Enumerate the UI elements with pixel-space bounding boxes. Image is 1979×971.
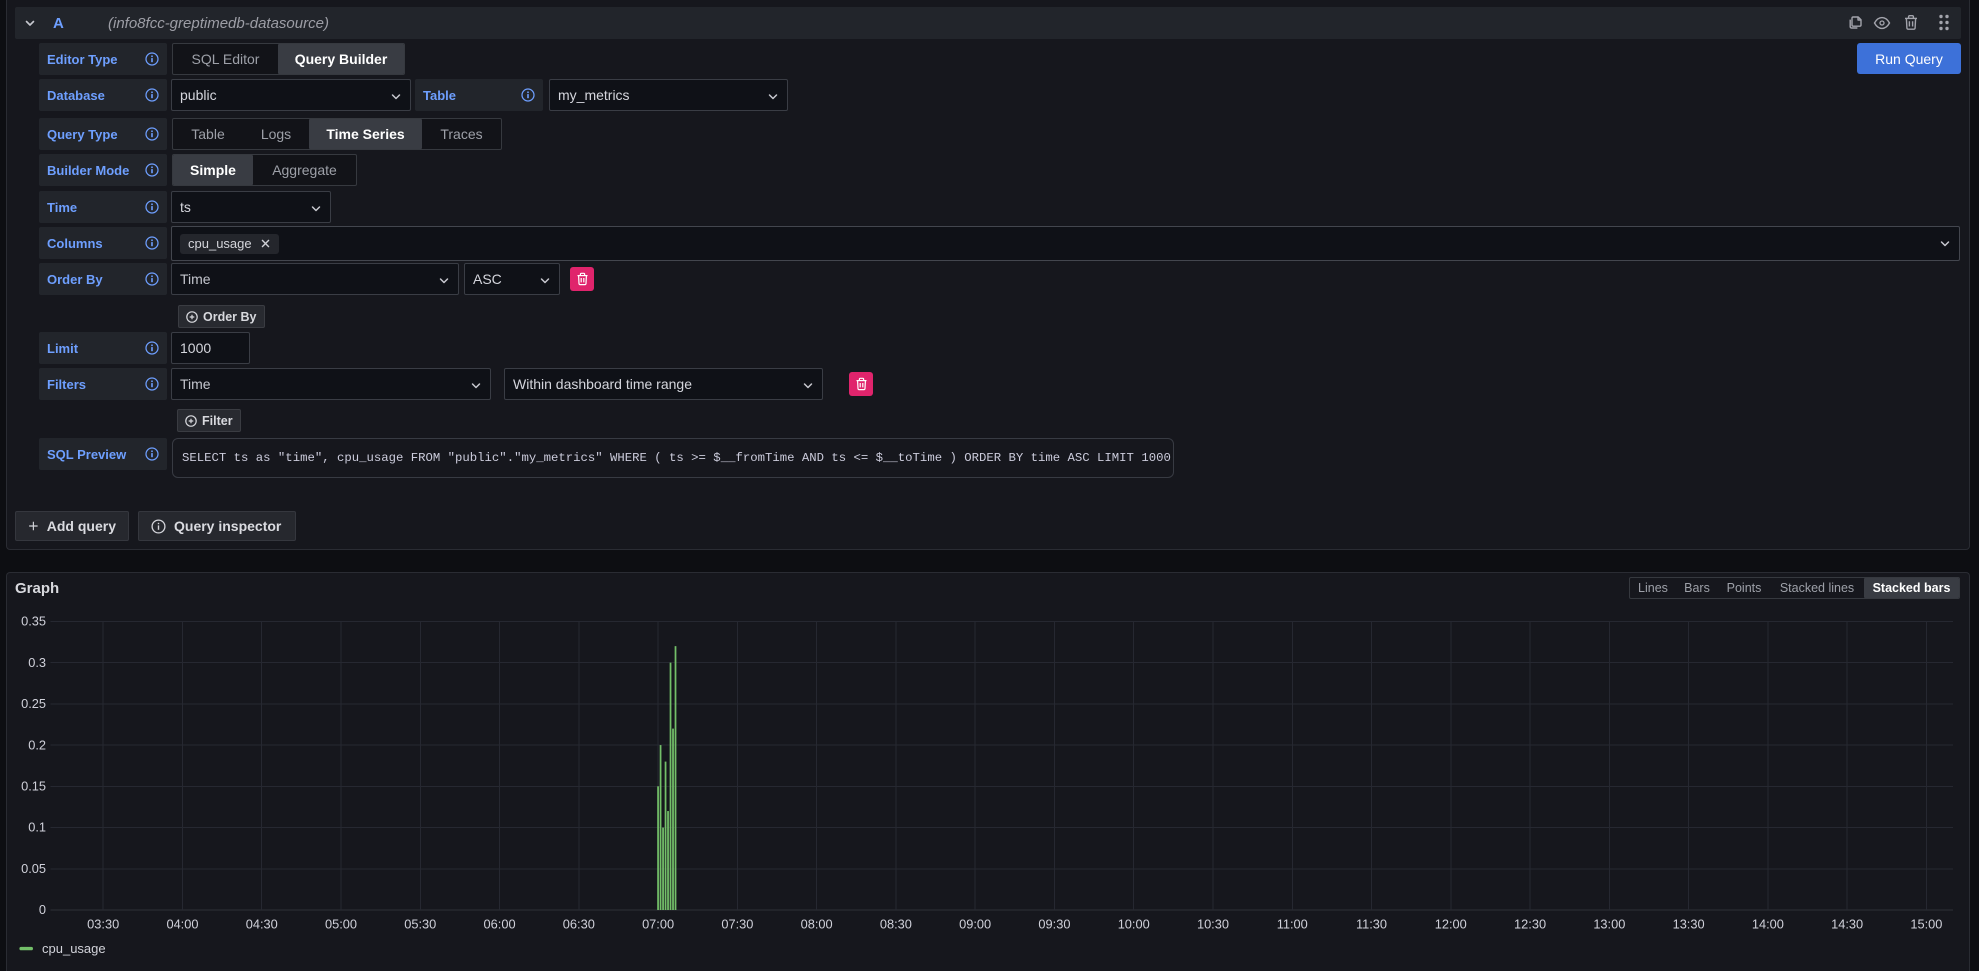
svg-text:10:30: 10:30 [1197, 917, 1229, 932]
svg-text:05:00: 05:00 [325, 917, 357, 932]
svg-text:15:00: 15:00 [1910, 917, 1942, 932]
svg-text:03:30: 03:30 [87, 917, 119, 932]
svg-text:07:00: 07:00 [642, 917, 674, 932]
svg-text:0.2: 0.2 [28, 737, 46, 752]
svg-text:0.3: 0.3 [28, 655, 46, 670]
svg-text:12:00: 12:00 [1435, 917, 1467, 932]
svg-text:13:30: 13:30 [1673, 917, 1705, 932]
svg-text:0.1: 0.1 [28, 820, 46, 835]
svg-text:14:00: 14:00 [1752, 917, 1784, 932]
svg-text:09:00: 09:00 [959, 917, 991, 932]
svg-text:0.35: 0.35 [21, 614, 46, 629]
svg-text:11:30: 11:30 [1356, 917, 1387, 932]
svg-text:06:30: 06:30 [563, 917, 595, 932]
svg-text:13:00: 13:00 [1593, 917, 1625, 932]
svg-text:0.15: 0.15 [21, 779, 46, 794]
svg-text:08:30: 08:30 [880, 917, 912, 932]
svg-text:04:30: 04:30 [246, 917, 278, 932]
svg-text:05:30: 05:30 [404, 917, 436, 932]
svg-text:0: 0 [39, 902, 46, 917]
svg-text:cpu_usage: cpu_usage [42, 941, 106, 956]
svg-text:10:00: 10:00 [1118, 917, 1150, 932]
svg-text:11:00: 11:00 [1277, 917, 1308, 932]
svg-text:09:30: 09:30 [1038, 917, 1070, 932]
svg-text:06:00: 06:00 [484, 917, 516, 932]
svg-text:07:30: 07:30 [721, 917, 753, 932]
svg-text:04:00: 04:00 [166, 917, 198, 932]
svg-text:14:30: 14:30 [1831, 917, 1863, 932]
svg-text:0.25: 0.25 [21, 696, 46, 711]
svg-text:0.05: 0.05 [21, 861, 46, 876]
svg-text:12:30: 12:30 [1514, 917, 1546, 932]
svg-text:08:00: 08:00 [801, 917, 833, 932]
